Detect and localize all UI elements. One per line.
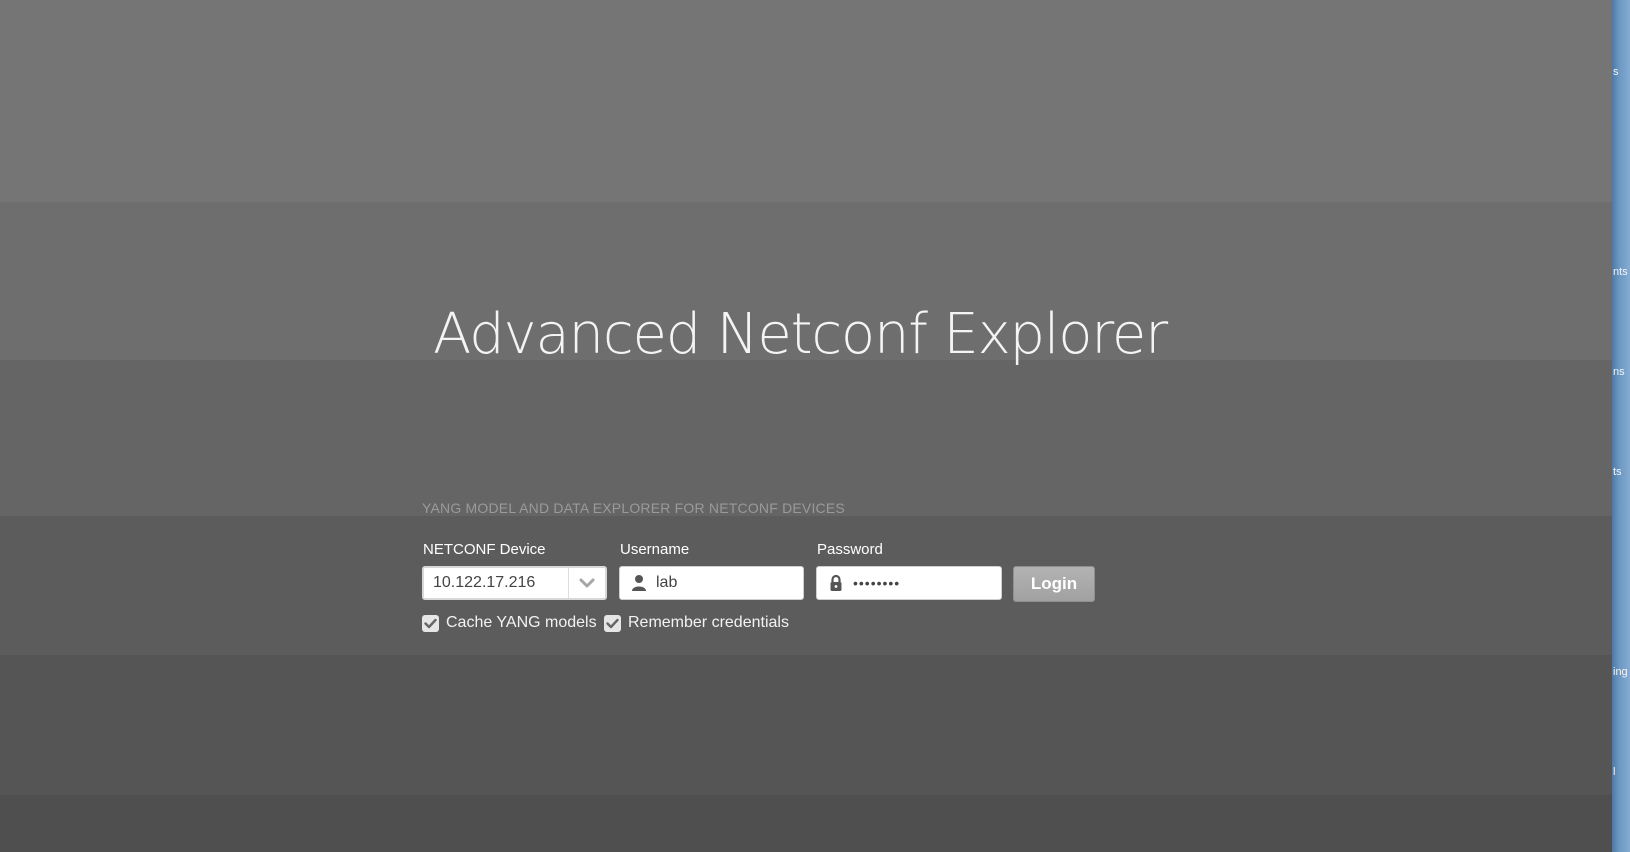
background-band — [0, 795, 1612, 852]
background-band — [0, 0, 1612, 202]
password-label: Password — [817, 541, 883, 558]
user-icon — [624, 574, 654, 592]
app-title: Advanced Netconf Explorer — [0, 302, 1612, 367]
edge-text-fragment: ns — [1613, 366, 1625, 378]
device-select-value: 10.122.17.216 — [433, 574, 536, 591]
device-label: NETCONF Device — [423, 541, 546, 558]
checkbox-checked-icon[interactable] — [422, 614, 439, 632]
remember-credentials-label: Remember credentials — [628, 614, 789, 631]
cache-yang-label: Cache YANG models — [446, 614, 597, 631]
app-title-text: Advanced Netconf Explorer — [433, 302, 1168, 367]
username-input[interactable]: lab — [619, 566, 804, 600]
username-label: Username — [620, 541, 690, 558]
edge-text-fragment: s — [1613, 66, 1619, 78]
checkbox-checked-icon[interactable] — [604, 614, 621, 632]
device-select[interactable]: 10.122.17.216 — [422, 566, 607, 600]
edge-text-fragment: nts — [1613, 266, 1628, 278]
password-value: •••••••• — [853, 575, 901, 591]
lock-icon — [821, 574, 851, 592]
chevron-down-icon[interactable] — [569, 577, 605, 589]
cache-yang-checkbox[interactable]: Cache YANG models — [422, 614, 597, 632]
remember-credentials-checkbox[interactable]: Remember credentials — [604, 614, 789, 632]
edge-text-fragment: ing — [1613, 666, 1628, 678]
edge-text-fragment: l — [1613, 766, 1616, 778]
edge-text-fragment: ts — [1613, 466, 1622, 478]
background-band — [0, 655, 1612, 795]
username-value: lab — [656, 574, 678, 591]
background-band — [0, 516, 1612, 655]
login-button[interactable]: Login — [1013, 566, 1095, 602]
password-input[interactable]: •••••••• — [816, 566, 1002, 600]
background-window-edge: s nts ns ts ing l — [1612, 0, 1630, 852]
background-band — [0, 360, 1612, 516]
app-subtitle: YANG MODEL AND DATA EXPLORER FOR NETCONF… — [422, 500, 845, 516]
